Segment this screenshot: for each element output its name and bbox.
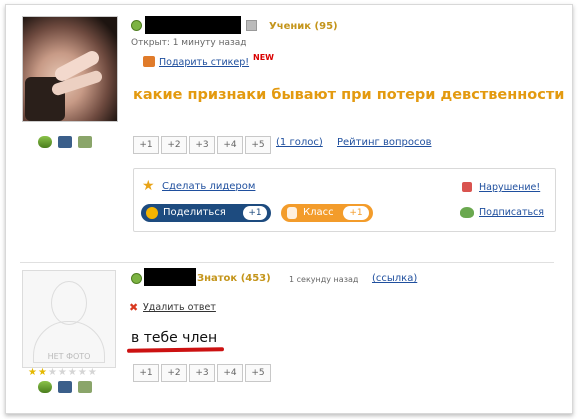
video-icon[interactable] bbox=[78, 381, 92, 393]
class-button-label: Класс bbox=[303, 207, 334, 218]
video-icon[interactable] bbox=[78, 136, 92, 148]
vote-plus4-button[interactable]: +4 bbox=[217, 136, 243, 154]
star-empty-icon: ★ bbox=[57, 367, 67, 378]
vote-plus5-button[interactable]: +5 bbox=[245, 364, 271, 382]
answer-vote-buttons: +1 +2 +3 +4 +5 bbox=[133, 364, 273, 382]
star-empty-icon: ★ bbox=[77, 367, 87, 378]
vote-plus3-button[interactable]: +3 bbox=[189, 136, 215, 154]
answer-author-icons bbox=[38, 381, 92, 393]
report-violation-link[interactable]: Нарушение! bbox=[479, 182, 540, 193]
question-author-icons bbox=[38, 136, 92, 148]
gift-sticker-link[interactable]: Подарить стикер! bbox=[159, 57, 249, 68]
answer-permalink[interactable]: (ссылка) bbox=[372, 273, 417, 284]
star-empty-icon: ★ bbox=[87, 367, 97, 378]
delete-icon: ✖ bbox=[129, 301, 139, 314]
sticker-icon bbox=[143, 56, 155, 67]
vote-plus2-button[interactable]: +2 bbox=[161, 364, 187, 382]
user-icon[interactable] bbox=[38, 136, 52, 148]
vote-plus1-button[interactable]: +1 bbox=[133, 364, 159, 382]
vote-plus5-button[interactable]: +5 bbox=[245, 136, 271, 154]
vote-plus3-button[interactable]: +3 bbox=[189, 364, 215, 382]
star-filled-icon: ★ bbox=[37, 367, 47, 378]
online-status-icon bbox=[131, 20, 142, 31]
star-icon: ★ bbox=[142, 178, 155, 194]
make-leader-link[interactable]: Сделать лидером bbox=[162, 181, 255, 192]
warning-icon bbox=[462, 182, 472, 192]
user-icon[interactable] bbox=[38, 381, 52, 393]
question-actions-box: ★ Сделать лидером Нарушение! Поделиться … bbox=[133, 168, 556, 232]
class-count: +1 bbox=[343, 206, 369, 220]
question-author-rank: Ученик (95) bbox=[269, 21, 338, 32]
subscribe-icon bbox=[460, 207, 474, 218]
answer-author-stars: ★ ★ ★ ★ ★ ★ ★ bbox=[28, 367, 97, 378]
question-vote-buttons: +1 +2 +3 +4 +5 bbox=[133, 136, 273, 154]
odnoklassniki-icon bbox=[287, 207, 297, 219]
answer-author-rank: Знаток (453) bbox=[197, 273, 271, 284]
vote-count-link[interactable]: (1 голос) bbox=[276, 137, 323, 148]
star-empty-icon: ★ bbox=[67, 367, 77, 378]
section-divider bbox=[20, 262, 554, 263]
vote-plus1-button[interactable]: +1 bbox=[133, 136, 159, 154]
delete-answer-link[interactable]: Удалить ответ bbox=[143, 302, 216, 313]
share-button[interactable]: Поделиться +1 bbox=[141, 204, 271, 222]
avatar-head-silhouette bbox=[51, 281, 87, 325]
question-title: какие признаки бывают при потери девстве… bbox=[133, 87, 565, 103]
share-icon bbox=[146, 207, 158, 219]
answer-time: 1 секунду назад bbox=[289, 275, 359, 284]
question-rating-link[interactable]: Рейтинг вопросов bbox=[337, 137, 432, 148]
answer-author-avatar[interactable]: НЕТ ФОТО bbox=[22, 270, 116, 368]
author-name-redacted bbox=[145, 16, 241, 34]
question-opened-time: Открыт: 1 минуту назад bbox=[131, 38, 247, 48]
answer-author-name-redacted bbox=[144, 268, 196, 286]
star-filled-icon: ★ bbox=[28, 367, 37, 378]
share-count: +1 bbox=[243, 206, 267, 220]
share-button-label: Поделиться bbox=[163, 207, 226, 218]
question-author-photo[interactable] bbox=[22, 16, 118, 122]
subscribe-link[interactable]: Подписаться bbox=[479, 207, 544, 218]
camera-icon[interactable] bbox=[58, 381, 72, 393]
no-photo-label: НЕТ ФОТО bbox=[47, 352, 91, 361]
answer-text: в тебе член bbox=[131, 330, 218, 346]
class-button[interactable]: Класс +1 bbox=[281, 204, 373, 222]
gift-box-icon[interactable] bbox=[246, 20, 257, 31]
online-status-icon bbox=[131, 273, 142, 284]
camera-icon[interactable] bbox=[58, 136, 72, 148]
new-badge: NEW bbox=[253, 53, 274, 62]
star-empty-icon: ★ bbox=[47, 367, 57, 378]
vote-plus4-button[interactable]: +4 bbox=[217, 364, 243, 382]
vote-plus2-button[interactable]: +2 bbox=[161, 136, 187, 154]
